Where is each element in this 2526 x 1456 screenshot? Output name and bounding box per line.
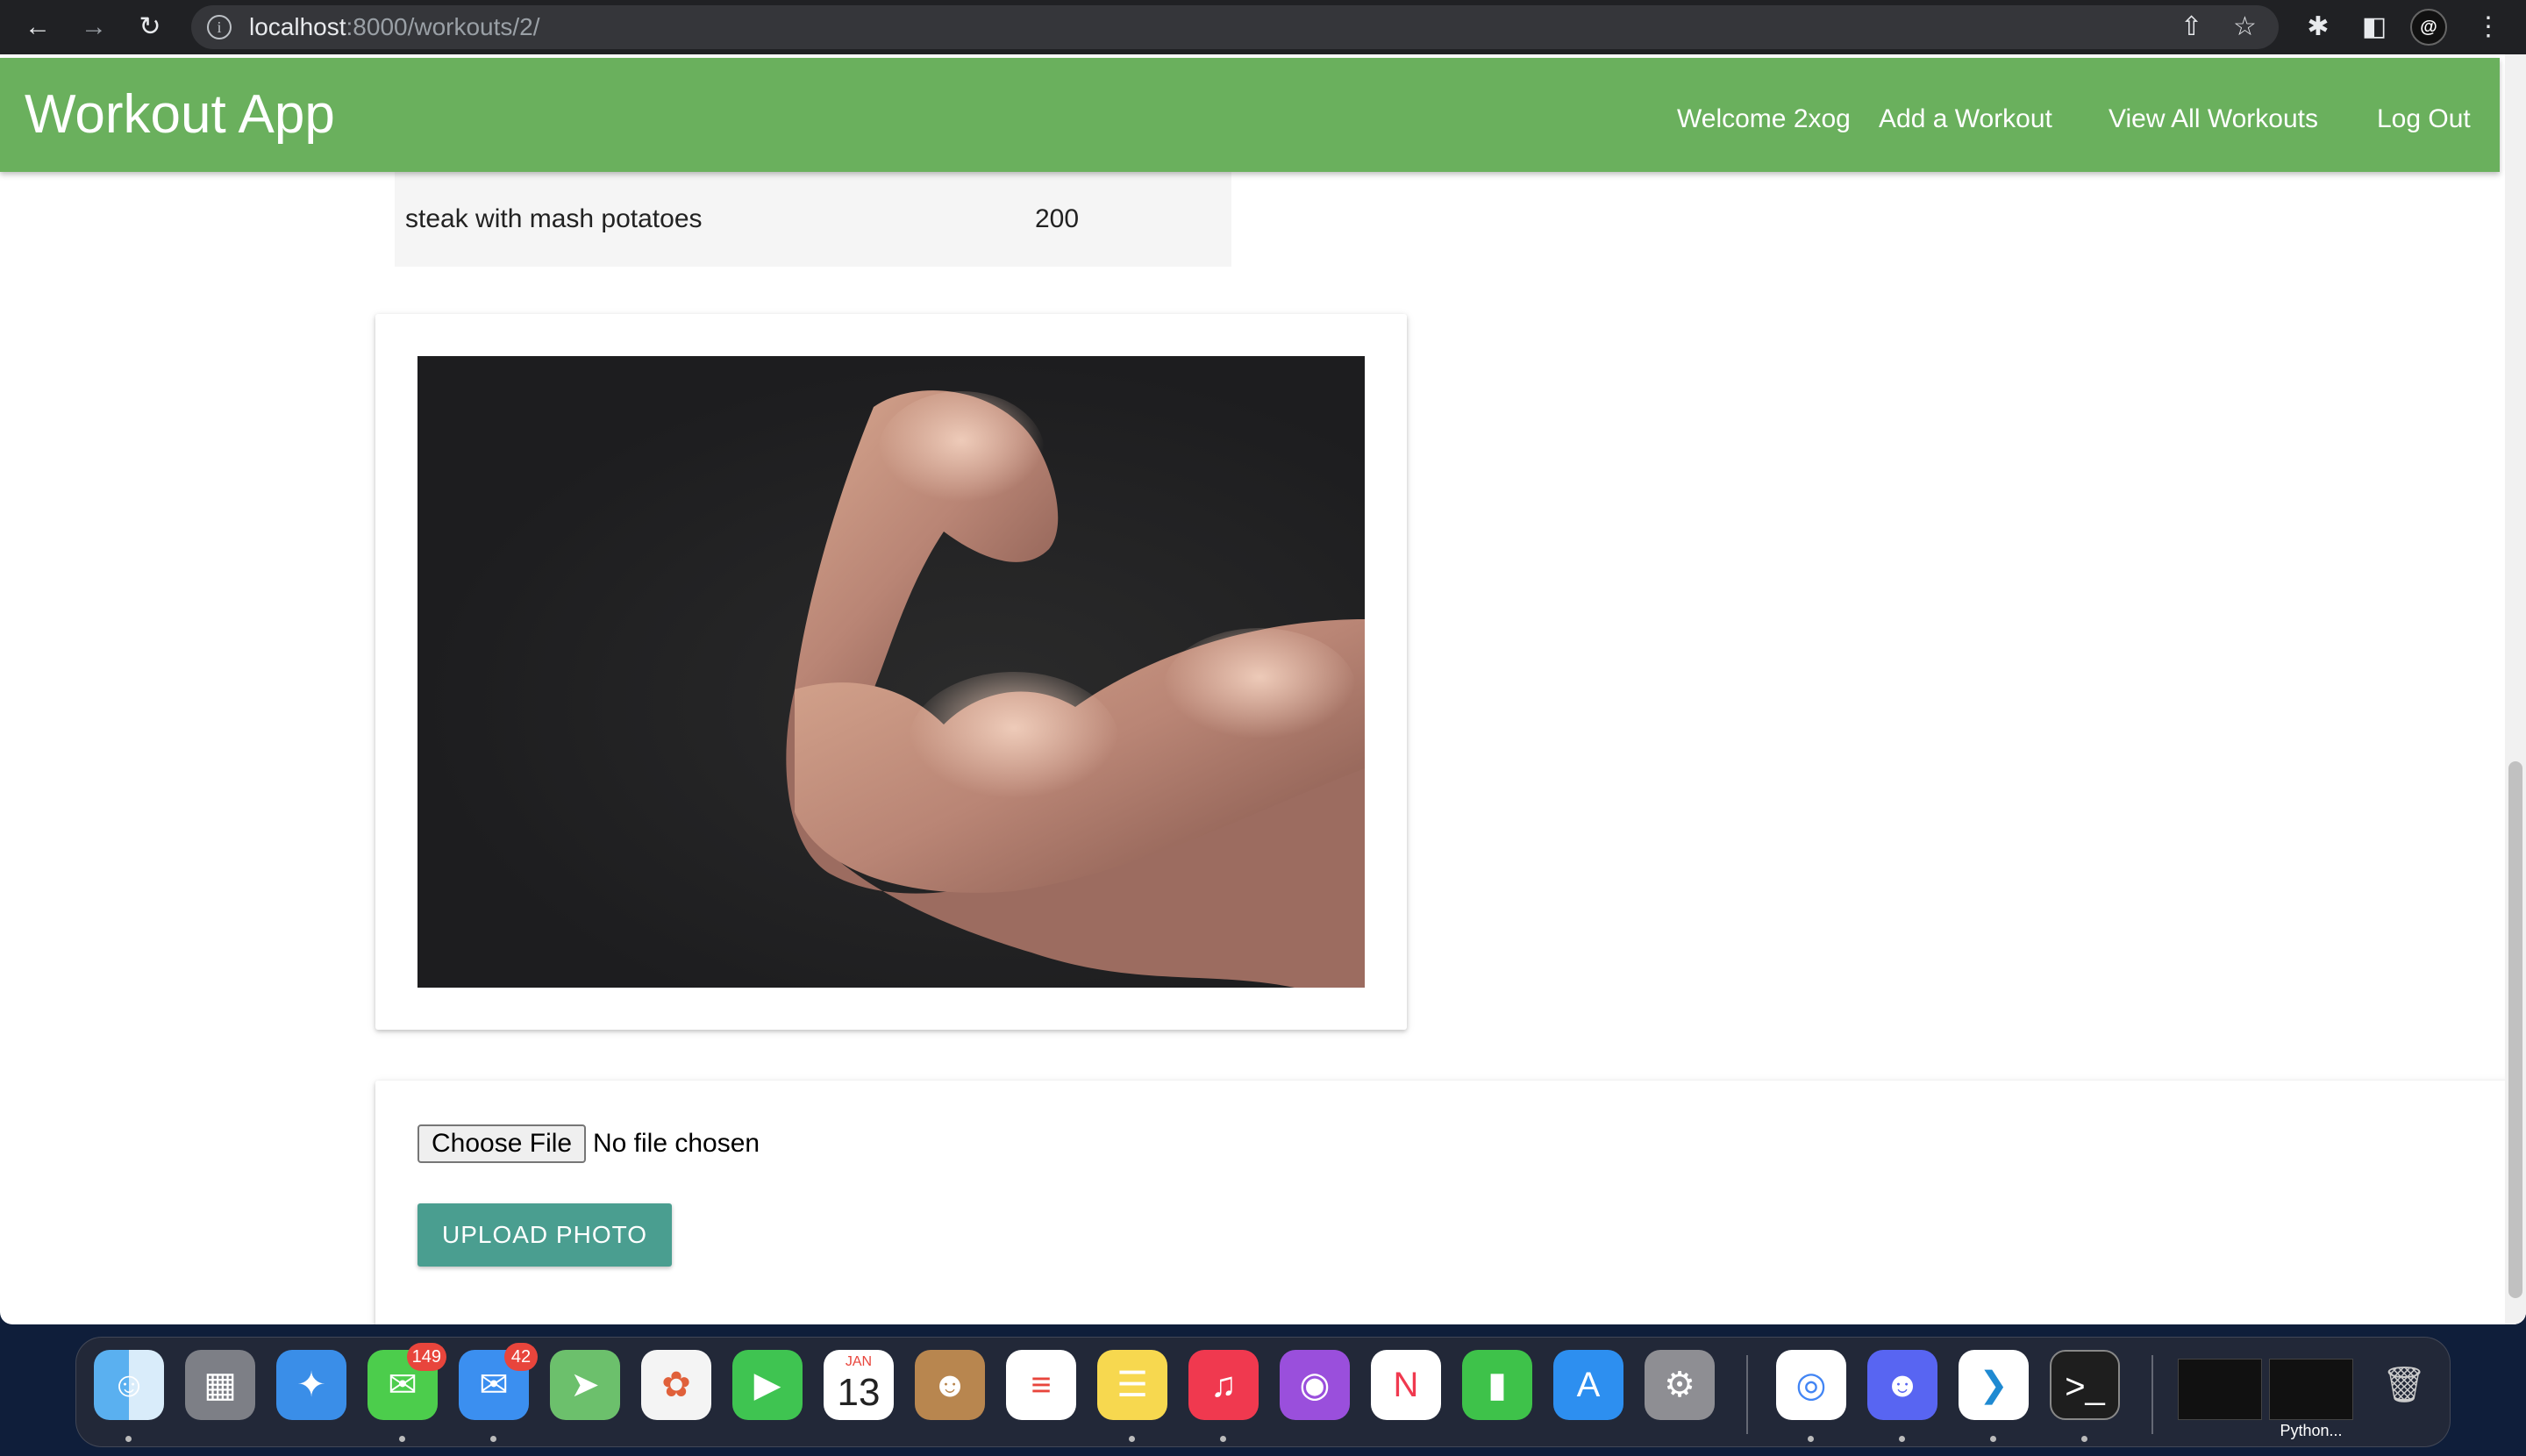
forward-icon[interactable]: → [74, 7, 114, 47]
profile-avatar[interactable]: @ [2410, 9, 2447, 46]
contacts-icon[interactable]: ☻ [915, 1350, 985, 1420]
workout-photo-card [375, 314, 1407, 1030]
chrome-icon[interactable]: ◎ [1776, 1350, 1846, 1420]
calendar-day: 13 [837, 1371, 881, 1414]
calendar-icon[interactable]: JAN 13 [824, 1350, 894, 1420]
finder-icon[interactable]: ☺ [94, 1350, 164, 1420]
scrollbar-thumb[interactable] [2508, 761, 2522, 1298]
running-indicator [1899, 1436, 1905, 1442]
file-status-text: No file chosen [593, 1129, 760, 1158]
url-host: localhost [249, 13, 346, 40]
music-icon[interactable]: ♫ [1188, 1350, 1259, 1420]
terminal-icon[interactable]: >_ [2050, 1350, 2120, 1420]
launchpad-icon[interactable]: ▦ [185, 1350, 255, 1420]
running-indicator [2081, 1436, 2087, 1442]
bookmark-star-icon[interactable]: ☆ [2233, 5, 2257, 49]
share-icon[interactable]: ⇧ [2180, 5, 2202, 49]
vscode-icon[interactable]: ❯ [1959, 1350, 2029, 1420]
nav-add-workout[interactable]: Add a Workout [1879, 58, 2052, 181]
app-navbar: Workout App Welcome 2xog Add a Workout V… [0, 58, 2500, 172]
side-panel-icon[interactable]: ◧ [2354, 7, 2394, 47]
minimized-window-thumbnail[interactable] [2269, 1359, 2353, 1420]
page-viewport: Workout App Welcome 2xog Add a Workout V… [0, 54, 2526, 1324]
dock-separator [2151, 1355, 2153, 1434]
running-indicator [125, 1436, 132, 1442]
news-icon[interactable]: N [1371, 1350, 1441, 1420]
trash-icon[interactable]: 🗑 [2369, 1350, 2439, 1420]
upload-photo-card: Choose File No file chosen UPLOAD PHOTO [375, 1081, 2526, 1324]
minimized-window-thumbnail[interactable] [2178, 1359, 2262, 1420]
address-bar[interactable]: i localhost:8000/workouts/2/ ⇧ ☆ [191, 5, 2279, 49]
meal-name-cell: steak with mash potatoes [405, 204, 703, 233]
running-indicator [1220, 1436, 1226, 1442]
running-indicator [1990, 1436, 1996, 1442]
maps-icon[interactable]: ➤ [550, 1350, 620, 1420]
meal-calories-cell: 200 [1035, 204, 1080, 233]
running-indicator [1808, 1436, 1814, 1442]
numbers-icon[interactable]: ▮ [1462, 1350, 1532, 1420]
brand-logo[interactable]: Workout App [25, 58, 335, 172]
running-indicator [1129, 1436, 1135, 1442]
choose-file-button[interactable]: Choose File [417, 1124, 587, 1163]
meals-table: steak with mash potatoes 200 [395, 172, 1231, 267]
reload-icon[interactable]: ↻ [130, 7, 170, 47]
nav-log-out[interactable]: Log Out [2377, 58, 2471, 181]
facetime-icon[interactable]: ▶ [732, 1350, 803, 1420]
mail-icon[interactable]: ✉ 42 [459, 1343, 538, 1420]
messages-badge: 149 [406, 1343, 446, 1371]
flexed-bicep-image [786, 390, 1365, 988]
reminders-icon[interactable]: ≡ [1006, 1350, 1076, 1420]
site-info-icon[interactable]: i [207, 15, 232, 39]
nav-welcome[interactable]: Welcome 2xog [1677, 58, 1851, 181]
table-row: steak with mash potatoes 200 [396, 174, 1230, 265]
menu-kebab-icon[interactable]: ⋮ [2468, 7, 2508, 47]
running-indicator [490, 1436, 496, 1442]
minimized-window-label: Python... [2280, 1422, 2343, 1439]
workout-photo [417, 356, 1365, 988]
mail-badge: 42 [504, 1343, 538, 1371]
browser-toolbar: ← → ↻ i localhost:8000/workouts/2/ ⇧ ☆ ✱… [0, 0, 2526, 54]
macos-dock: ☺ ▦ ✦ ✉ 149 ✉ 42 ➤ ✿ ▶ JAN 13 ☻ ≡ ☰ ♫ ◉ N … [75, 1337, 2451, 1447]
system-settings-icon[interactable]: ⚙ [1645, 1350, 1715, 1420]
dock-separator [1746, 1355, 1748, 1434]
discord-icon[interactable]: ☻ [1867, 1350, 1937, 1420]
nav-view-all-workouts[interactable]: View All Workouts [2109, 58, 2318, 181]
calendar-month: JAN [845, 1354, 873, 1369]
app-store-icon[interactable]: A [1553, 1350, 1623, 1420]
back-icon[interactable]: ← [18, 7, 58, 47]
extensions-icon[interactable]: ✱ [2298, 7, 2338, 47]
messages-icon[interactable]: ✉ 149 [367, 1343, 446, 1420]
notes-icon[interactable]: ☰ [1097, 1350, 1167, 1420]
photos-icon[interactable]: ✿ [641, 1350, 711, 1420]
url-text[interactable]: localhost:8000/workouts/2/ [249, 5, 540, 49]
podcasts-icon[interactable]: ◉ [1280, 1350, 1350, 1420]
running-indicator [399, 1436, 405, 1442]
safari-icon[interactable]: ✦ [276, 1350, 346, 1420]
upload-photo-button[interactable]: UPLOAD PHOTO [417, 1203, 672, 1267]
scrollbar[interactable] [2505, 54, 2526, 1324]
url-path: :8000/workouts/2/ [346, 13, 540, 40]
